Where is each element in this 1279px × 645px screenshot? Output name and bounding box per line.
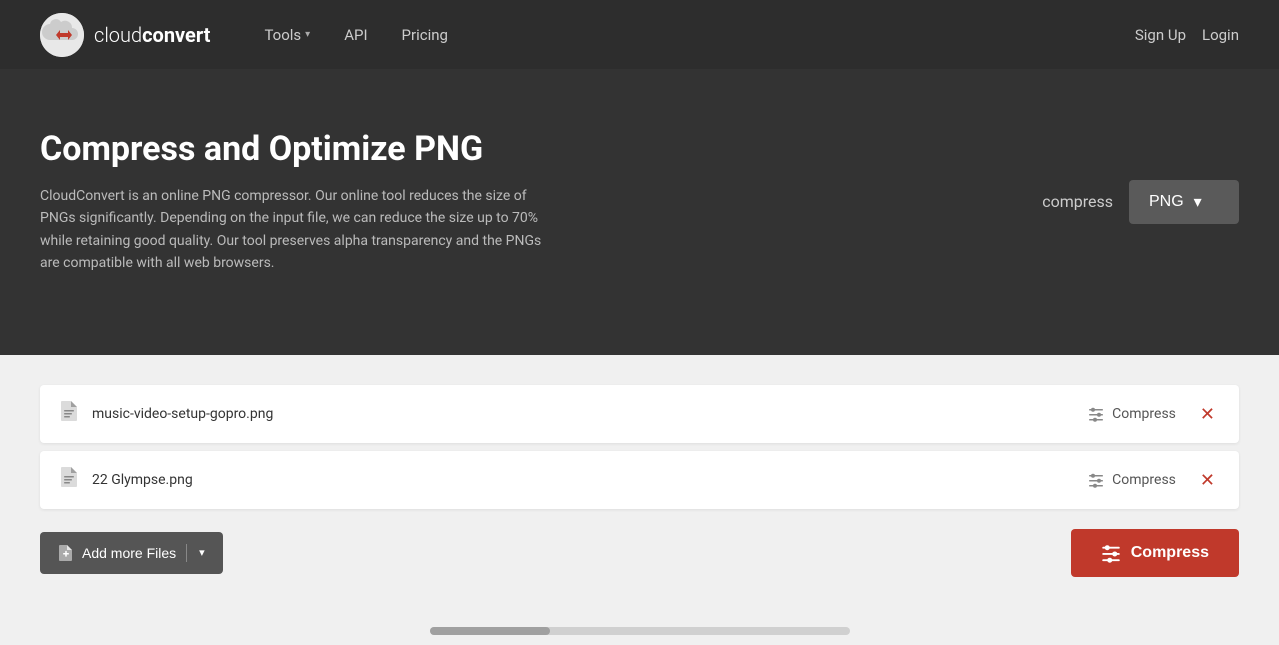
- format-select-button[interactable]: PNG ▾: [1129, 180, 1239, 224]
- hero-action-label: compress: [1042, 192, 1113, 211]
- file-name: 22 Glympse.png: [92, 472, 1088, 488]
- format-chevron-icon: ▾: [1194, 192, 1202, 212]
- file-row: 22 Glympse.png Compress ✕: [40, 451, 1239, 509]
- compress-main-button[interactable]: Compress: [1071, 529, 1239, 577]
- add-files-chevron-icon: ▾: [197, 546, 205, 559]
- tools-chevron-icon: ▾: [305, 29, 310, 40]
- file-compress-action: Compress: [1088, 406, 1176, 422]
- file-compress-action: Compress: [1088, 472, 1176, 488]
- hero-content: Compress and Optimize PNG CloudConvert i…: [40, 129, 680, 275]
- logo-text: cloudconvert: [94, 23, 210, 47]
- nav-api[interactable]: API: [330, 18, 381, 52]
- hero-title: Compress and Optimize PNG: [40, 129, 680, 169]
- add-files-button[interactable]: Add more Files ▾: [40, 532, 223, 574]
- bottom-bar: Add more Files ▾ Compress: [40, 529, 1239, 577]
- compress-sliders-icon: [1101, 543, 1121, 563]
- add-file-icon: [58, 545, 74, 561]
- remove-file-button[interactable]: ✕: [1196, 467, 1219, 493]
- file-row: music-video-setup-gopro.png Compress ✕: [40, 385, 1239, 443]
- file-icon: [60, 467, 78, 492]
- nav-right: Sign Up Login: [1135, 26, 1239, 44]
- hero-section: Compress and Optimize PNG CloudConvert i…: [0, 69, 1279, 355]
- sliders-icon: [1088, 406, 1104, 422]
- sliders-icon: [1088, 472, 1104, 488]
- nav-tools[interactable]: Tools ▾: [250, 18, 324, 52]
- navbar: cloudconvert Tools ▾ API Pricing Sign Up…: [0, 0, 1279, 69]
- remove-file-button[interactable]: ✕: [1196, 401, 1219, 427]
- signup-link[interactable]: Sign Up: [1135, 26, 1186, 44]
- main-content: music-video-setup-gopro.png Compress ✕: [0, 355, 1279, 617]
- logo-link[interactable]: cloudconvert: [40, 13, 210, 57]
- logo-icon: [40, 13, 84, 57]
- scroll-thumb[interactable]: [430, 627, 550, 635]
- nav-links: Tools ▾ API Pricing: [250, 18, 1134, 52]
- scroll-bar[interactable]: [430, 627, 850, 635]
- hero-right: compress PNG ▾: [1042, 180, 1239, 224]
- file-list: music-video-setup-gopro.png Compress ✕: [40, 385, 1239, 509]
- nav-pricing[interactable]: Pricing: [388, 18, 462, 52]
- format-label: PNG: [1149, 193, 1184, 211]
- add-files-divider: [186, 544, 187, 562]
- scroll-area: [0, 617, 1279, 645]
- hero-description: CloudConvert is an online PNG compressor…: [40, 185, 560, 275]
- login-link[interactable]: Login: [1202, 26, 1239, 44]
- file-name: music-video-setup-gopro.png: [92, 406, 1088, 422]
- file-icon: [60, 401, 78, 426]
